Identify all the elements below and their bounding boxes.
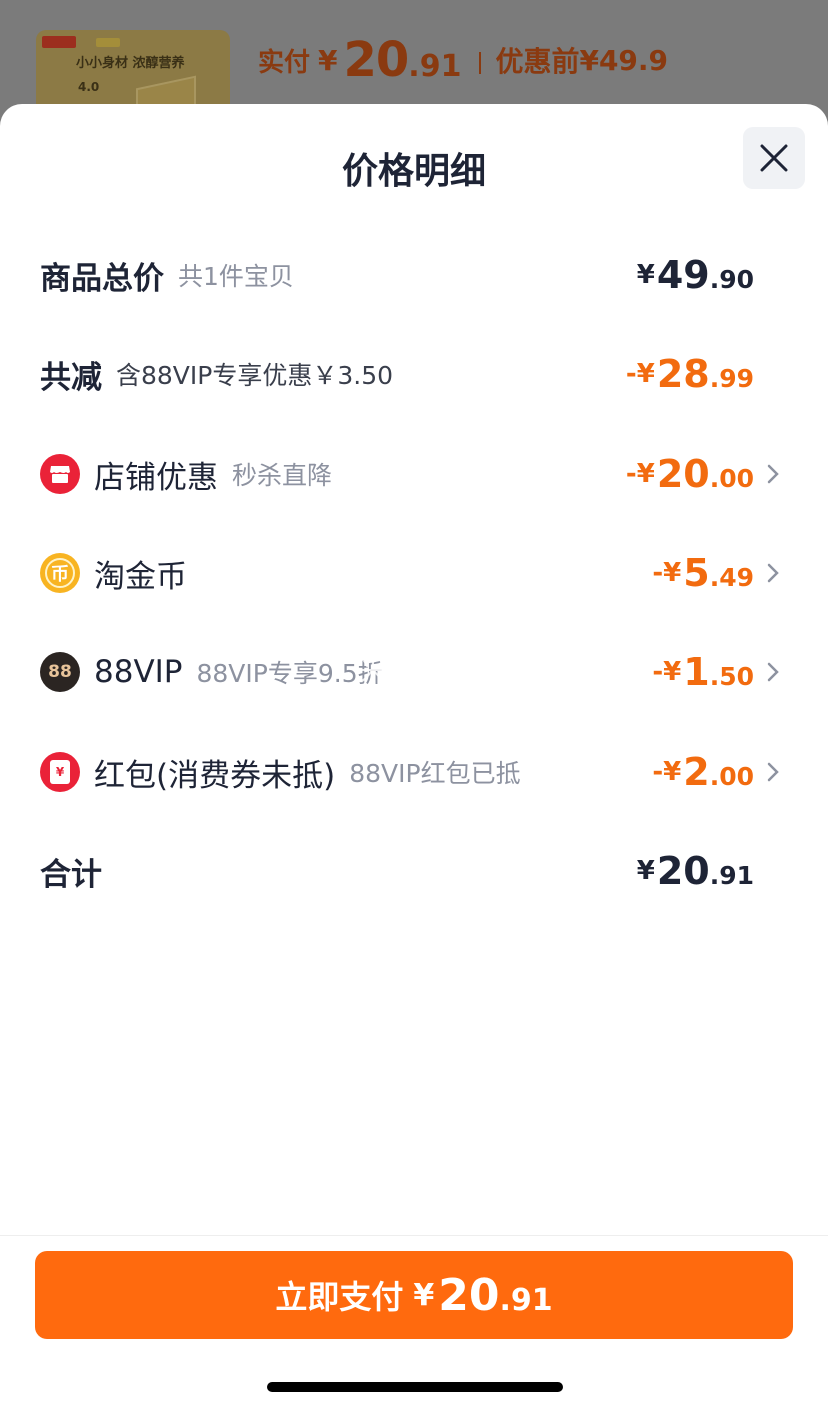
amount-decimal: .99 [709, 363, 754, 393]
brand-logo [42, 36, 76, 48]
close-button[interactable] [743, 127, 805, 189]
orig-price: ¥49.9 [579, 43, 669, 77]
red-packet-glyph: ¥ [50, 760, 70, 784]
currency: -¥ [625, 459, 655, 489]
row-sum: 合计 ¥ 20 .91 [40, 841, 790, 901]
amount-integer: 20 [656, 849, 710, 893]
coin-glyph: 币 [45, 558, 75, 588]
price-divider [479, 52, 482, 74]
brand-logo-secondary [96, 38, 120, 47]
shop-discount-amount: -¥ 20 .00 [626, 444, 754, 504]
red-packet-label: 红包(消费券未抵) [94, 757, 336, 794]
pay-button-decimal: .91 [499, 1282, 553, 1318]
vip-icon: 88 [40, 652, 80, 692]
amount-integer: 2 [683, 750, 710, 794]
chevron-right-icon [767, 662, 779, 682]
sum-label: 合计 [40, 856, 102, 893]
pay-button-currency: ¥ [413, 1277, 435, 1313]
coin-icon: 币 [40, 553, 80, 593]
amount-integer: 49 [656, 253, 710, 297]
pay-decimal: .91 [408, 48, 462, 84]
reduction-label: 共减 [40, 359, 102, 396]
row-total-reduction: 共减 含88VIP专享优惠￥3.50 -¥ 28 .99 [40, 344, 790, 404]
product-spec: 4.0 [78, 80, 100, 94]
amount-decimal: .49 [709, 562, 754, 592]
taojinbi-amount: -¥ 5 .49 [652, 543, 754, 603]
amount-decimal: .00 [709, 463, 754, 493]
vip-note: 88VIP专享9.5折 [196, 659, 383, 688]
pay-button-label: 立即支付 [275, 1278, 404, 1316]
goods-total-label: 商品总价 [40, 260, 164, 297]
amount-decimal: .90 [709, 264, 754, 294]
amount-integer: 20 [656, 452, 710, 496]
preview-price: 实付 ¥ 20 .91 优惠前 ¥49.9 [258, 30, 668, 90]
chevron-right-icon [767, 762, 779, 782]
row-shop-discount[interactable]: 店铺优惠 秒杀直降 -¥ 20 .00 [40, 444, 790, 504]
pay-currency: ¥ [318, 43, 338, 77]
pay-button-integer: 20 [438, 1269, 500, 1321]
shop-discount-label: 店铺优惠 [94, 459, 218, 496]
chevron-right-icon [767, 563, 779, 583]
vip-amount: -¥ 1 .50 [652, 642, 754, 702]
chevron-right-icon [767, 464, 779, 484]
row-88vip[interactable]: 88 88VIP 88VIP专享9.5折 -¥ 1 .50 [40, 642, 790, 702]
sheet-title: 价格明细 [341, 151, 486, 192]
product-slogan: 小小身材 浓醇营养 [76, 56, 185, 71]
currency: -¥ [652, 657, 682, 687]
amount-decimal: .00 [709, 761, 754, 791]
taojinbi-label: 淘金币 [94, 558, 187, 595]
amount-integer: 5 [683, 551, 710, 595]
vip-label: 88VIP [94, 654, 183, 690]
currency: ¥ [636, 260, 655, 290]
currency: -¥ [652, 558, 682, 588]
amount-decimal: .50 [709, 661, 754, 691]
orig-label: 优惠前 [495, 45, 580, 78]
shop-discount-note: 秒杀直降 [232, 461, 333, 490]
row-goods-total: 商品总价 共1件宝贝 ¥ 49 .90 [40, 245, 790, 305]
close-icon [760, 144, 788, 172]
goods-count: 共1件宝贝 [178, 262, 294, 291]
goods-total-amount: ¥ 49 .90 [637, 245, 754, 305]
reduction-amount: -¥ 28 .99 [626, 344, 754, 404]
red-packet-amount: -¥ 2 .00 [652, 742, 754, 802]
currency: -¥ [652, 757, 682, 787]
home-indicator [267, 1382, 563, 1392]
red-packet-icon: ¥ [40, 752, 80, 792]
bottom-action-bar: 立即支付 ¥ 20 .91 [0, 1235, 828, 1411]
vip-glyph: 88 [48, 662, 72, 682]
pay-integer: 20 [343, 32, 410, 88]
pay-now-button[interactable]: 立即支付 ¥ 20 .91 [35, 1251, 793, 1339]
red-packet-note: 88VIP红包已抵 [349, 759, 521, 788]
price-detail-sheet: 价格明细 商品总价 共1件宝贝 ¥ 49 .90 共减 含88VIP专享优惠￥3… [0, 104, 828, 1411]
sum-amount: ¥ 20 .91 [637, 841, 754, 901]
currency: ¥ [636, 856, 655, 886]
reduction-note: 含88VIP专享优惠￥3.50 [116, 361, 394, 390]
pay-label: 实付 [258, 47, 311, 78]
amount-integer: 1 [683, 650, 710, 694]
row-taojinbi[interactable]: 币 淘金币 -¥ 5 .49 [40, 543, 790, 603]
row-red-packet[interactable]: ¥ 红包(消费券未抵) 88VIP红包已抵 -¥ 2 .00 [40, 742, 790, 802]
amount-decimal: .91 [709, 860, 754, 890]
currency: -¥ [625, 359, 655, 389]
shop-icon [40, 454, 80, 494]
amount-integer: 28 [656, 352, 710, 396]
